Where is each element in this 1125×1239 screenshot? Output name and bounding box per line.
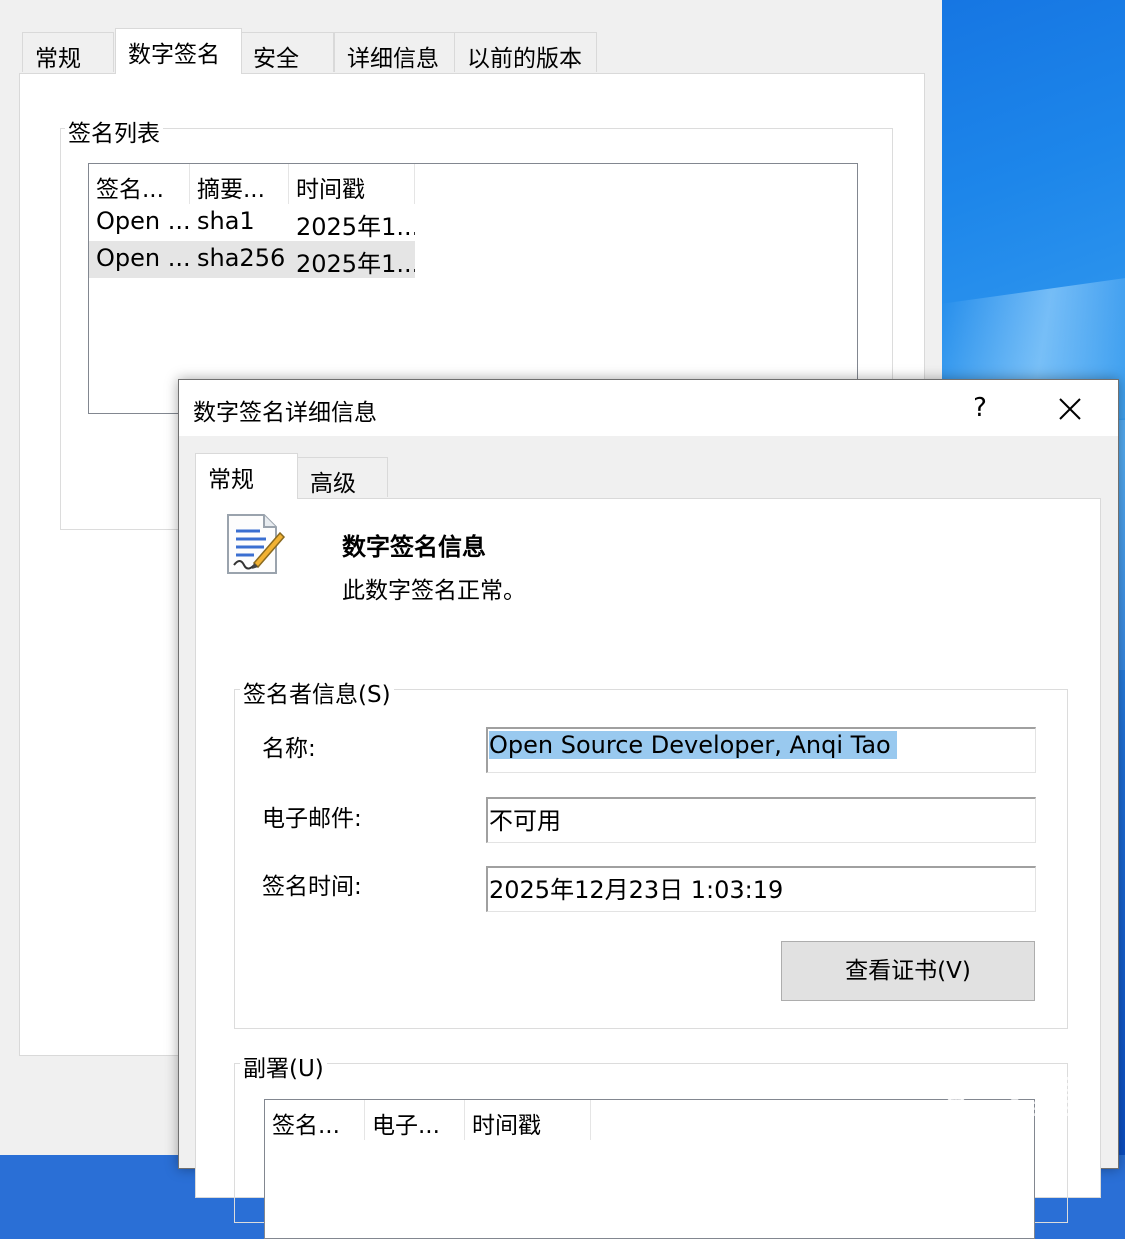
signature-details-dialog: 数字签名详细信息 ? 常规 高级 数字签名信息 此数字签名正常。 签名者信息(S <box>178 379 1119 1239</box>
countersignature-group-label: 副署(U) <box>240 1049 327 1083</box>
tab-general[interactable]: 常规 <box>195 453 298 499</box>
dialog-title: 数字签名详细信息 <box>193 400 377 426</box>
timestamp-cell: 2025年1... <box>296 250 415 278</box>
signature-list[interactable]: 签名... 摘要... 时间戳 Open ... sha1 2025年1... … <box>88 163 858 414</box>
signature-list-group-label: 签名列表 <box>65 114 163 148</box>
tab-advanced[interactable]: 高级 <box>297 457 388 497</box>
tab-general[interactable]: 常规 <box>22 32 114 72</box>
signature-row[interactable]: Open ... sha1 2025年1... <box>89 204 415 241</box>
email-field[interactable]: 不可用 <box>486 797 1036 843</box>
countersignature-list[interactable]: 签名... 电子... 时间戳 <box>264 1099 1035 1239</box>
column-header-digest[interactable]: 摘要... <box>190 164 289 204</box>
info-status: 此数字签名正常。 <box>342 578 526 604</box>
snowflake-icon <box>937 1081 976 1122</box>
signer-cell: Open ... <box>96 244 190 272</box>
name-label: 名称: <box>262 736 316 762</box>
signing-time-field[interactable]: 2025年12月23日 1:03:19 <box>486 866 1036 912</box>
column-header-signer[interactable]: 签名... <box>265 1100 365 1140</box>
watermark-text: 看雪 <box>1003 1071 1103 1125</box>
dialog-titlebar: 数字签名详细信息 ? <box>179 380 1118 436</box>
signer-info-group-label: 签名者信息(S) <box>240 675 394 709</box>
signature-row-selected[interactable]: Open ... sha256 2025年1... <box>89 241 415 278</box>
tab-security[interactable]: 安全 <box>240 32 334 72</box>
column-header-email[interactable]: 电子... <box>365 1100 465 1140</box>
signing-time-label: 签名时间: <box>262 874 362 900</box>
view-certificate-button[interactable]: 查看证书(V) <box>781 941 1035 1001</box>
close-icon <box>1059 397 1081 420</box>
signed-document-icon <box>227 514 286 574</box>
tab-details[interactable]: 详细信息 <box>334 32 455 72</box>
name-field[interactable]: Open Source Developer, Anqi Tao <box>486 727 1036 773</box>
digest-cell: sha1 <box>197 207 255 235</box>
timestamp-cell: 2025年1... <box>296 213 415 241</box>
signer-cell: Open ... <box>96 207 190 235</box>
close-button[interactable] <box>1035 380 1105 436</box>
digest-cell: sha256 <box>197 244 286 272</box>
info-heading: 数字签名信息 <box>342 533 486 561</box>
column-header-timestamp[interactable]: 时间戳 <box>289 164 415 204</box>
tab-previous-versions[interactable]: 以前的版本 <box>454 32 597 72</box>
column-header-timestamp[interactable]: 时间戳 <box>465 1100 591 1140</box>
email-label: 电子邮件: <box>262 806 362 832</box>
name-value: Open Source Developer, Anqi Tao <box>489 731 897 759</box>
column-header-signer[interactable]: 签名... <box>89 164 190 204</box>
help-button[interactable]: ? <box>945 380 1015 436</box>
tab-digital-signatures[interactable]: 数字签名 <box>115 28 242 74</box>
watermark: 看雪 <box>932 1062 1103 1128</box>
